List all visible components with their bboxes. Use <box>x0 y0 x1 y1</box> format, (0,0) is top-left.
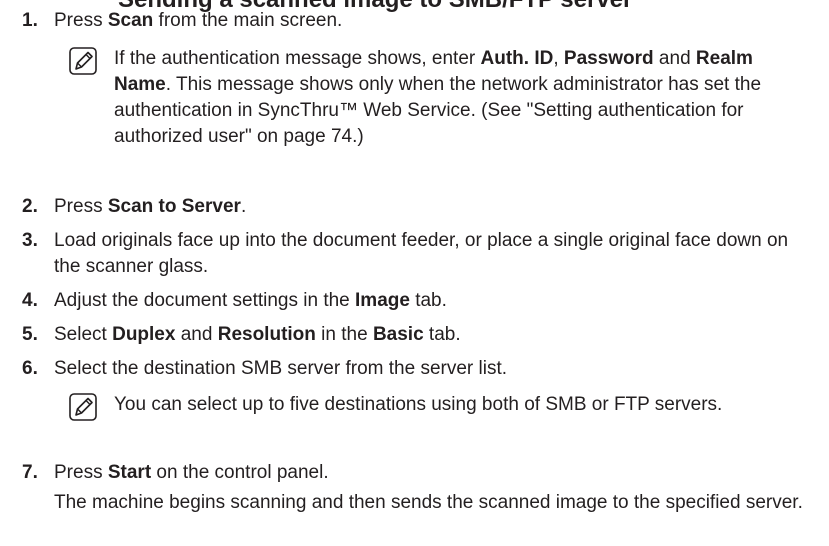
note-text: You can select up to five destinations u… <box>114 394 723 415</box>
note-pencil-icon <box>69 393 97 421</box>
step-text: Load originals face up into the document… <box>54 230 789 277</box>
step-number: 7. <box>22 462 38 483</box>
step-text: Adjust the document settings in the Imag… <box>54 290 447 311</box>
step-number: 4. <box>22 290 38 311</box>
step-text: Press Scan from the main screen. <box>54 10 343 31</box>
step-number: 6. <box>22 358 38 379</box>
step-text: Press Start on the control panel. <box>54 462 329 483</box>
step-number: 2. <box>22 196 38 217</box>
step-number: 3. <box>22 230 38 251</box>
step-text: Select Duplex and Resolution in the Basi… <box>54 324 461 345</box>
step-number: 5. <box>22 324 38 345</box>
note-pencil-icon <box>69 47 97 75</box>
step-detail-text: The machine begins scanning and then sen… <box>54 492 803 513</box>
note-text: If the authentication message shows, ent… <box>114 48 762 147</box>
step-text: Press Scan to Server. <box>54 196 247 217</box>
step-text: Select the destination SMB server from t… <box>54 358 508 379</box>
step-number: 1. <box>22 10 38 31</box>
